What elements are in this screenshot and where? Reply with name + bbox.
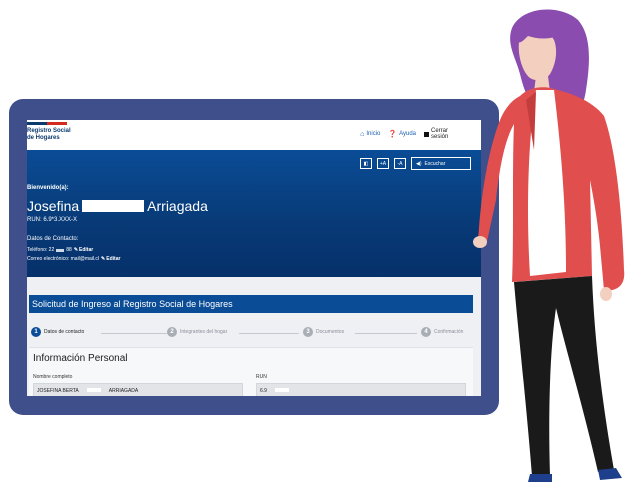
step-datos-contacto[interactable]: 1 Datos de contacto (31, 327, 84, 337)
right-shoe (598, 468, 622, 480)
contrast-icon: ◧ (363, 160, 369, 167)
welcome-text: Bienvenido(a): (27, 185, 69, 191)
step-number: 2 (167, 327, 177, 337)
form-title: Solicitud de Ingreso al Registro Social … (29, 295, 473, 313)
pencil-icon: ✎ (73, 247, 79, 253)
contact-title: Datos de Contacto: (27, 236, 79, 242)
phone-label: Teléfono: 22 (27, 247, 55, 253)
font-increase-icon: +A (379, 160, 387, 167)
edit-email-link[interactable]: ✎ Editar (101, 256, 120, 262)
run-value: 6.9 (260, 388, 267, 394)
email-line: Correo electrónico: mail@mail.cl ✎ Edita… (27, 256, 120, 262)
user-name: Josefina Arriagada (27, 198, 208, 214)
user-run: RUN: 6.9*3.XXX-X (27, 217, 78, 223)
step-number: 1 (31, 327, 41, 337)
full-name-field[interactable]: JOSEFINA BERTA ARRIAGADA (33, 383, 243, 396)
font-decrease-button[interactable]: -A (394, 158, 406, 169)
redacted-field (274, 388, 289, 392)
nav-ayuda-label: Ayuda (399, 131, 416, 137)
step-connector (355, 333, 417, 334)
redacted-name (82, 200, 145, 212)
redacted-phone (56, 248, 65, 252)
full-name-value: JOSEFINA BERTA (37, 388, 79, 394)
speaker-icon: ◀) (416, 160, 422, 167)
full-name-label: Nombre completo (33, 374, 73, 380)
contrast-button[interactable]: ◧ (360, 158, 372, 169)
left-shoe (528, 474, 552, 482)
font-decrease-icon: -A (397, 160, 403, 167)
last-name: Arriagada (147, 198, 208, 214)
step-number: 3 (303, 327, 313, 337)
accessibility-tools: ◧ +A -A ◀) Escuchar (360, 157, 471, 170)
nav-ayuda[interactable]: ❓ Ayuda (388, 130, 416, 138)
redacted-field (86, 388, 101, 392)
logout-label: Cerrar sesión (431, 128, 449, 140)
section-title: Información Personal (33, 353, 128, 364)
edit-phone-link[interactable]: ✎ Editar (74, 247, 93, 253)
email-label: Correo electrónico: mail@mail.cl (27, 256, 100, 262)
run-label: RUN (256, 374, 267, 380)
site-logo[interactable]: Registro Social de Hogares (27, 128, 97, 142)
step-label: Datos de contacto (44, 329, 85, 335)
edit-email-label: Editar (106, 256, 121, 262)
step-label: Integrantes del hogar (180, 329, 228, 335)
pants-shape (514, 276, 614, 476)
font-increase-button[interactable]: +A (377, 158, 389, 169)
form-area: Solicitud de Ingreso al Registro Social … (27, 277, 481, 396)
logout-button[interactable]: Cerrar sesión (424, 128, 451, 140)
tablet-screen: Registro Social de Hogares ⌂ Inicio ❓ Ay… (27, 120, 481, 396)
nav-inicio[interactable]: ⌂ Inicio (360, 131, 380, 138)
step-confirmacion[interactable]: 4 Confirmación (421, 327, 463, 337)
step-label: Confirmación (434, 329, 464, 335)
top-nav: ⌂ Inicio ❓ Ayuda Cerrar sesión (360, 128, 451, 140)
progress-steps: 1 Datos de contacto 2 Integrantes del ho… (29, 327, 473, 339)
listen-label: Escuchar (424, 160, 446, 167)
home-icon: ⌂ (360, 130, 365, 138)
step-label: Documentos (316, 329, 345, 335)
run-field[interactable]: 6.9 (256, 383, 466, 396)
pencil-icon: ✎ (101, 256, 106, 262)
personal-info-card: Información Personal Nombre completo JOS… (29, 347, 473, 396)
edit-phone-label: Editar (79, 247, 94, 253)
full-name-value-2: ARRIAGADA (108, 388, 139, 394)
step-documentos[interactable]: 3 Documentos (303, 327, 344, 337)
phone-line: Teléfono: 22 88 ✎ Editar (27, 247, 93, 253)
step-integrantes[interactable]: 2 Integrantes del hogar (167, 327, 227, 337)
phone-suffix: 88 (66, 247, 72, 253)
person-illustration (473, 9, 625, 482)
logout-icon (424, 131, 429, 137)
help-icon: ❓ (388, 131, 398, 138)
first-name: Josefina (27, 198, 80, 214)
welcome-banner: ◧ +A -A ◀) Escuchar Bienvenido(a): Josef… (27, 150, 481, 277)
left-hand (473, 236, 487, 248)
nav-inicio-label: Inicio (366, 131, 381, 137)
listen-button[interactable]: ◀) Escuchar (411, 157, 471, 170)
site-header: Registro Social de Hogares ⌂ Inicio ❓ Ay… (27, 120, 481, 150)
step-connector (101, 333, 167, 334)
right-hand (600, 287, 612, 301)
step-number: 4 (421, 327, 431, 337)
step-connector (239, 333, 299, 334)
logo-stripe (27, 122, 67, 125)
